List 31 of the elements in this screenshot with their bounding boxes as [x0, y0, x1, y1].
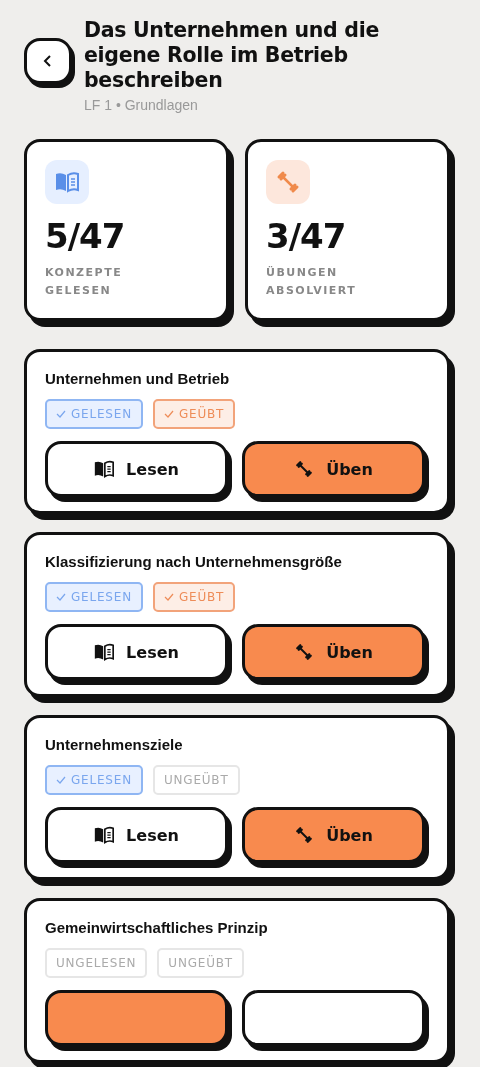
stat-value: 3/47 [266, 216, 346, 256]
check-icon [163, 592, 174, 602]
status-tag: UNGEÜBT [157, 948, 244, 978]
book-icon [94, 460, 115, 478]
check-icon [56, 409, 66, 419]
stat-label: ÜBUNGEN ABSOLVIERT [266, 265, 356, 299]
dumbbell-icon [294, 826, 315, 844]
check-icon [56, 592, 66, 602]
dumbbell-icon [294, 643, 315, 661]
dumbbell-icon [276, 170, 300, 194]
status-tag: GEÜBT [152, 399, 236, 429]
topic-title: Unternehmen und Betrieb [45, 370, 231, 387]
status-tag: UNGELESEN [45, 948, 148, 978]
page-title: Das Unternehmen und die eigene Rolle im Betrieb beschreiben [84, 18, 381, 93]
check-icon [56, 775, 66, 785]
status-tag: GELESEN [45, 399, 143, 429]
dumbbell-icon [294, 460, 315, 478]
status-tag: UNGEÜBT [152, 765, 240, 795]
topic-title: Klassifizierung nach Unternehmensgröße [45, 553, 343, 570]
check-icon [163, 409, 174, 419]
book-icon [94, 826, 115, 844]
topic-title: Gemeinwirtschaftliches Prinzip [45, 919, 269, 936]
page-subtitle: LF 1 • Grundlagen [84, 97, 199, 113]
stat-value: 5/47 [45, 216, 125, 256]
stat-label: KONZEPTE GELESEN [45, 265, 124, 299]
topic-title: Unternehmensziele [45, 736, 184, 753]
book-icon [55, 170, 79, 194]
status-tag: GELESEN [45, 582, 143, 612]
status-tag: GEÜBT [152, 582, 236, 612]
status-tag: GELESEN [45, 765, 143, 795]
book-icon [94, 643, 115, 661]
